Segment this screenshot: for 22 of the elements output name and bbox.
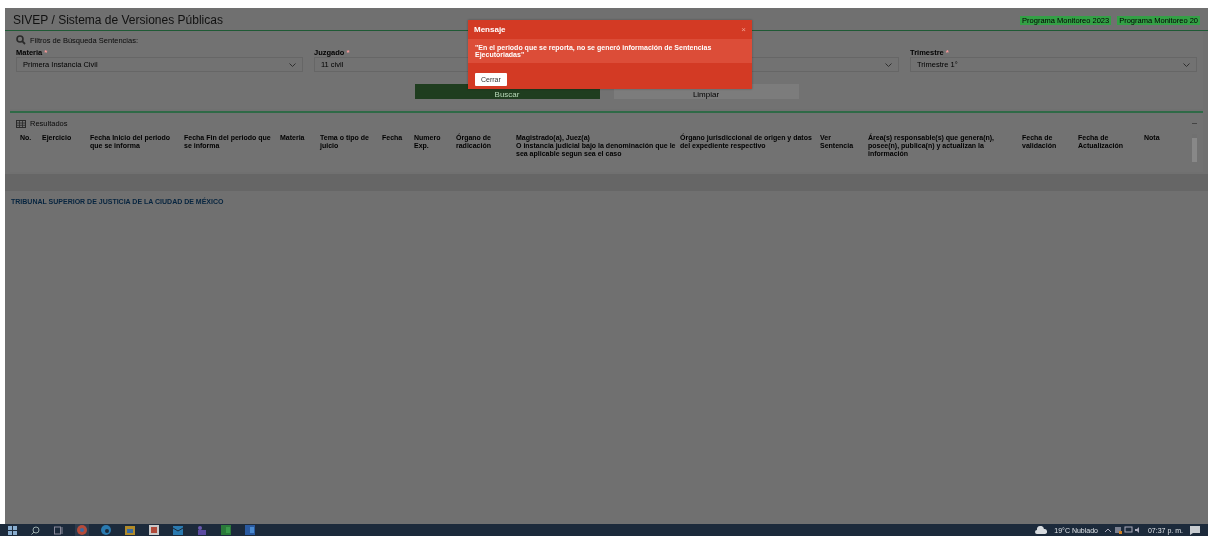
chevron-down-icon [289,62,296,67]
browser-icon[interactable] [99,524,113,536]
task-view-icon[interactable] [52,524,65,536]
chevron-down-icon [1183,62,1190,67]
required-mark: * [44,47,48,57]
dialog-title: Mensaje [474,25,506,34]
table-icon [16,119,26,128]
search-icon[interactable] [29,524,42,536]
app-icon[interactable] [147,524,161,536]
page-title: SIVEP / Sistema de Versiones Públicas [13,13,223,27]
required-mark: * [346,47,350,57]
cloud-icon [1033,524,1050,536]
chevron-down-icon [885,62,892,67]
folder-icon[interactable] [123,524,137,536]
mail-icon[interactable] [171,524,185,536]
spreadsheet-icon[interactable] [219,524,233,536]
search-icon [16,35,26,45]
browser-icon[interactable] [75,524,89,536]
start-icon[interactable] [6,524,19,536]
chat-icon[interactable] [195,524,209,536]
document-icon[interactable] [243,524,257,536]
required-mark: * [945,47,949,57]
